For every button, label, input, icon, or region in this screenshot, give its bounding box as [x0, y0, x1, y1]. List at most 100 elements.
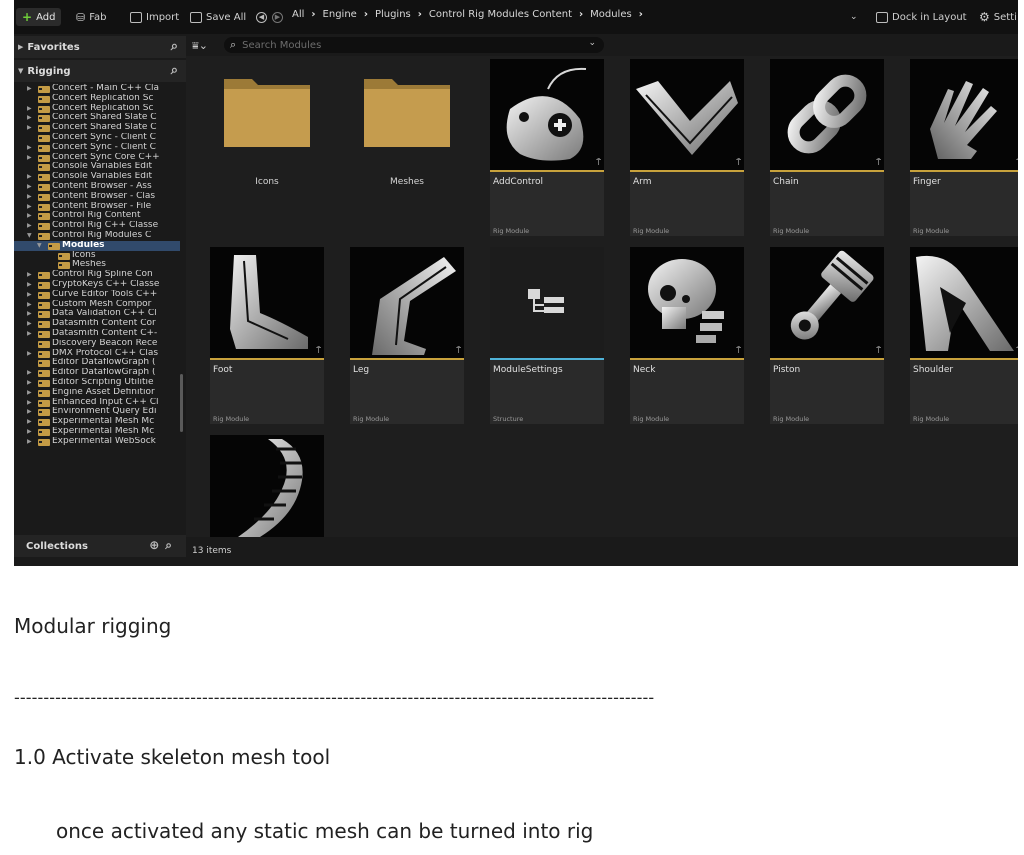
add-collection-icon[interactable]: ⊕⌕ — [149, 538, 178, 553]
chevron-right-icon[interactable]: › — [364, 9, 368, 20]
caret-right-icon[interactable]: ▶ — [27, 280, 32, 290]
search-input[interactable] — [242, 39, 573, 51]
caret-right-icon[interactable]: ▶ — [27, 378, 32, 388]
caret-right-icon[interactable]: ▶ — [27, 192, 32, 202]
asset-tile-shoulder[interactable]: ⍑ Shoulder Rig Module — [910, 247, 1018, 424]
asset-tile-leg[interactable]: ⍑ Leg Rig Module — [350, 247, 464, 424]
tree-item[interactable]: ▶ Control Rig C++ Classe — [14, 221, 180, 231]
tree-item[interactable]: ▶ Engine Asset Definitior — [14, 388, 180, 398]
caret-right-icon[interactable]: ▶ — [27, 329, 32, 339]
search-modules-box[interactable]: ⌕ ⌄ — [224, 37, 604, 53]
tree-item[interactable]: ▶ Experimental Mesh Mc — [14, 427, 180, 437]
caret-right-icon[interactable]: ▶ — [27, 417, 32, 427]
tree-item[interactable]: ▶ Experimental Mesh Mc — [14, 417, 180, 427]
tree-item[interactable]: ▼ Control Rig Modules C — [14, 231, 180, 241]
breadcrumb-item-control-rig-modules-content[interactable]: Control Rig Modules Content — [429, 9, 572, 20]
asset-tile-modulesettings[interactable]: ModuleSettings Structure — [490, 247, 604, 424]
caret-right-icon[interactable]: ▶ — [27, 349, 32, 359]
caret-right-icon[interactable]: ▶ — [27, 143, 32, 153]
breadcrumb-item-all[interactable]: All — [292, 9, 304, 20]
caret-right-icon[interactable]: ▶ — [27, 113, 32, 123]
caret-right-icon[interactable]: ▶ — [27, 84, 32, 94]
caret-right-icon[interactable]: ▶ — [27, 398, 32, 408]
search-icon[interactable]: ⌕ — [171, 39, 178, 54]
caret-down-icon[interactable]: ▼ — [37, 241, 42, 251]
asset-tile-arm[interactable]: ⍑ Arm Rig Module — [630, 59, 744, 236]
tree-item[interactable]: ▶ Concert Shared Slate C — [14, 123, 180, 133]
caret-right-icon[interactable]: ▶ — [27, 368, 32, 378]
caret-right-icon[interactable]: ▶ — [27, 437, 32, 447]
breadcrumb-item-engine[interactable]: Engine — [323, 9, 357, 20]
asset-tile-neck[interactable]: ⍑ Neck Rig Module — [630, 247, 744, 424]
filter-icon[interactable]: ⩸⌄ — [192, 39, 208, 53]
chevron-right-icon[interactable]: › — [579, 9, 583, 20]
save-all-button[interactable]: Save All — [190, 9, 246, 25]
history-forward-button[interactable]: ▶ — [272, 9, 283, 25]
caret-right-icon[interactable]: ▶ — [27, 300, 32, 310]
tree-item[interactable]: ▶ Concert Replication Sc — [14, 104, 180, 114]
asset-tile-finger[interactable]: ⍑ Finger Rig Module — [910, 59, 1018, 236]
caret-right-icon[interactable]: ▶ — [27, 172, 32, 182]
tree-item[interactable]: ▶ Content Browser - Clas — [14, 192, 180, 202]
caret-down-icon[interactable]: ▼ — [27, 231, 32, 241]
settings-button[interactable]: ⚙ Setti — [979, 9, 1017, 25]
caret-right-icon[interactable]: ▶ — [27, 182, 32, 192]
caret-right-icon[interactable]: ▶ — [27, 319, 32, 329]
tree-item[interactable]: ▶ Content Browser - Ass — [14, 182, 180, 192]
chevron-right-icon[interactable]: › — [639, 9, 643, 20]
breadcrumb-item-plugins[interactable]: Plugins — [375, 9, 411, 20]
breadcrumb-item-modules[interactable]: Modules — [590, 9, 632, 20]
tree-item[interactable]: ▶ Datasmith Content Cor — [14, 319, 180, 329]
tree-item[interactable]: ▶ Experimental WebSock — [14, 437, 180, 447]
tree-scrollbar[interactable] — [180, 374, 183, 432]
tree-item[interactable]: ▶ Control Rig Spline Con — [14, 270, 180, 280]
tree-item[interactable]: ▶ Editor Scripting Utilitie — [14, 378, 180, 388]
caret-right-icon[interactable]: ▶ — [27, 407, 32, 417]
history-back-button[interactable]: ◀ — [256, 9, 267, 25]
fab-button[interactable]: ⛁ Fab — [76, 9, 107, 25]
tree-item[interactable]: ▶ Curve Editor Tools C++ — [14, 290, 180, 300]
tree-item[interactable]: ▶ DMX Protocol C++ Clas — [14, 349, 180, 359]
tree-item[interactable]: ▶ Editor DataflowGraph ( — [14, 368, 180, 378]
caret-right-icon[interactable]: ▶ — [27, 427, 32, 437]
tree-item[interactable]: Meshes — [14, 260, 180, 270]
tree-item[interactable]: ▶ Content Browser - File — [14, 202, 180, 212]
tree-item[interactable]: ▶ Data Validation C++ Cl — [14, 309, 180, 319]
tree-item[interactable]: ▶ Console Variables Edit — [14, 172, 180, 182]
asset-tile-spine[interactable] — [210, 435, 324, 537]
asset-tile-addcontrol[interactable]: ⍑ AddControl Rig Module — [490, 59, 604, 236]
dock-in-layout-button[interactable]: Dock in Layout — [876, 9, 967, 25]
favorites-section-header[interactable]: ▶ Favorites ⌕ — [14, 36, 186, 58]
folder-icons[interactable]: Icons — [210, 59, 324, 236]
tree-item[interactable]: ▼ Modules — [14, 240, 180, 251]
collections-section-header[interactable]: Collections ⊕⌕ — [14, 535, 186, 557]
tree-item[interactable]: ▶ Datasmith Content C+- — [14, 329, 180, 339]
rigging-section-header[interactable]: ▼ Rigging ⌕ — [14, 60, 186, 82]
tree-item[interactable]: ▶ Enhanced Input C++ Cl — [14, 398, 180, 408]
caret-right-icon[interactable]: ▶ — [27, 221, 32, 231]
tree-item[interactable]: ▶ Concert - Main C++ Cla — [14, 84, 180, 94]
caret-right-icon[interactable]: ▶ — [27, 388, 32, 398]
tree-item[interactable]: ▶ Environment Query Edi — [14, 407, 180, 417]
caret-right-icon[interactable]: ▶ — [27, 104, 32, 114]
tree-item[interactable]: ▶ Custom Mesh Compor — [14, 300, 180, 310]
tree-item[interactable]: ▶ CryptoKeys C++ Classe — [14, 280, 180, 290]
folder-meshes[interactable]: Meshes — [350, 59, 464, 236]
search-icon[interactable]: ⌕ — [171, 63, 178, 78]
caret-right-icon[interactable]: ▶ — [27, 211, 32, 221]
tree-item[interactable]: ▶ Concert Shared Slate C — [14, 113, 180, 123]
caret-right-icon[interactable]: ▶ — [27, 153, 32, 163]
asset-tile-piston[interactable]: ⍑ Piston Rig Module — [770, 247, 884, 424]
caret-right-icon[interactable]: ▶ — [27, 123, 32, 133]
chevron-right-icon[interactable]: › — [418, 9, 422, 20]
add-button[interactable]: + Add — [16, 8, 62, 26]
caret-right-icon[interactable]: ▶ — [27, 290, 32, 300]
caret-right-icon[interactable]: ▶ — [27, 270, 32, 280]
tree-item[interactable]: Concert Sync - Client C — [14, 133, 180, 143]
asset-tile-chain[interactable]: ⍑ Chain Rig Module — [770, 59, 884, 236]
tree-item[interactable]: Icons — [14, 251, 180, 261]
chevron-down-icon[interactable]: ⌄ — [588, 38, 596, 48]
tree-item[interactable]: Concert Replication Sc — [14, 94, 180, 104]
tree-item[interactable]: Console Variables Edit — [14, 162, 180, 172]
breadcrumb-dropdown[interactable]: ⌄ — [850, 9, 858, 25]
